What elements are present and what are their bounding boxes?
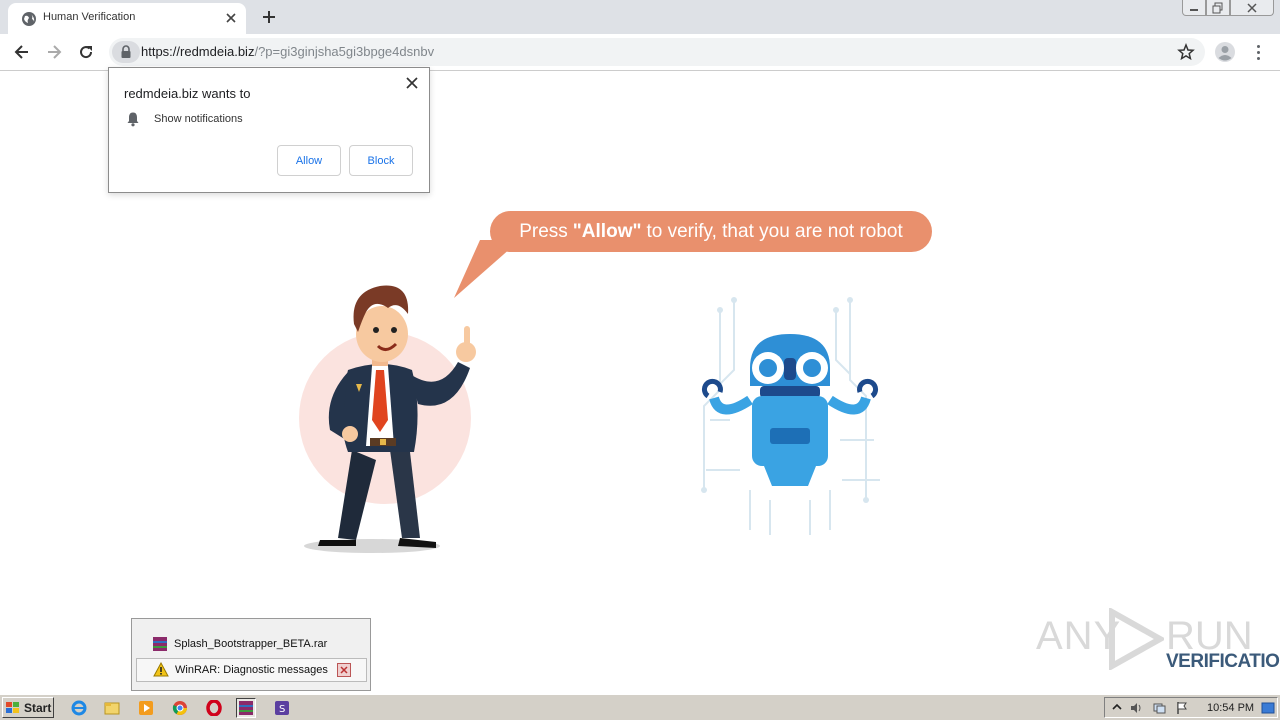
opera-icon (206, 700, 222, 716)
prompt-permission-text: Show notifications (154, 113, 243, 125)
taskbar-popup-label: WinRAR: Diagnostic messages (175, 664, 328, 676)
ie-button[interactable] (69, 698, 89, 718)
prompt-title: redmdeia.biz wants to (124, 86, 251, 101)
explorer-icon (104, 702, 120, 715)
prompt-close-icon[interactable] (405, 76, 419, 90)
bubble-text-post: to verify, that you are not robot (646, 220, 903, 242)
windows-logo-icon (6, 701, 19, 713)
play-logo-icon (1109, 608, 1164, 670)
back-button[interactable] (11, 41, 33, 63)
globe-icon (22, 12, 36, 26)
back-arrow-icon (14, 45, 28, 59)
bubble-text-bold: "Allow" (572, 220, 642, 242)
explorer-button[interactable] (102, 698, 122, 718)
menu-dot (1256, 44, 1260, 48)
opera-button[interactable] (204, 698, 224, 718)
tab-strip: Human Verification (0, 0, 1280, 34)
close-icon[interactable] (337, 663, 351, 677)
show-hidden-icons-icon[interactable] (1110, 701, 1124, 715)
clock[interactable]: 10:54 PM (1207, 702, 1254, 714)
media-player-button[interactable] (136, 698, 156, 718)
forward-button[interactable] (43, 41, 65, 63)
close-icon (1247, 2, 1257, 13)
menu-dot (1256, 50, 1260, 54)
taskbar-popup-label: Splash_Bootstrapper_BETA.rar (174, 638, 328, 650)
window-controls (1182, 0, 1274, 18)
new-tab-icon[interactable] (260, 8, 278, 26)
media-player-icon (139, 701, 153, 715)
windows-taskbar: Start S 10:54 PM (0, 694, 1280, 720)
allow-button[interactable]: Allow (277, 145, 341, 176)
app-icon: S (275, 701, 289, 715)
browser-toolbar: https://redmdeia.biz/?p=gi3ginjsha5gi3bp… (0, 34, 1280, 71)
address-bar[interactable]: https://redmdeia.biz/?p=gi3ginjsha5gi3bp… (109, 38, 1205, 66)
reload-icon (80, 46, 93, 59)
lock-icon (121, 45, 131, 58)
url-text: https://redmdeia.biz/?p=gi3ginjsha5gi3bp… (141, 44, 434, 59)
system-tray: 10:54 PM (1104, 697, 1278, 718)
winrar-icon (239, 701, 253, 715)
site-info-button[interactable] (112, 41, 140, 63)
anyrun-watermark: ANY RUN VERIFICATION (1036, 608, 1280, 678)
watermark-verification: VERIFICATION (1166, 651, 1280, 672)
volume-icon[interactable] (1129, 701, 1143, 715)
svg-text:S: S (279, 704, 285, 715)
minimize-icon (1190, 8, 1198, 11)
businessman-illustration (299, 285, 476, 553)
tab-human-verification[interactable]: Human Verification (8, 3, 246, 34)
app-button[interactable]: S (272, 698, 292, 718)
url-path: /?p=gi3ginjsha5gi3bpge4dsnbv (254, 44, 435, 59)
menu-dot (1256, 56, 1260, 60)
warning-icon (153, 662, 169, 677)
action-center-flag-icon[interactable] (1175, 701, 1189, 715)
speech-bubble: Press "Allow" to verify, that you are no… (490, 211, 932, 252)
start-button[interactable]: Start (2, 697, 54, 718)
minimize-button[interactable] (1182, 0, 1206, 16)
taskbar-popup-item[interactable]: WinRAR: Diagnostic messages (136, 658, 367, 682)
taskbar-popup-item[interactable]: Splash_Bootstrapper_BETA.rar (136, 632, 367, 656)
start-label: Start (24, 700, 52, 715)
show-desktop-icon[interactable] (1261, 701, 1275, 715)
bubble-text-pre: Press (519, 220, 568, 242)
restore-icon (1212, 2, 1223, 13)
url-host: https://redmdeia.biz (141, 44, 255, 59)
block-button[interactable]: Block (349, 145, 413, 176)
bell-icon (127, 112, 139, 127)
robot-illustration (701, 297, 880, 535)
taskbar-group-popup: Splash_Bootstrapper_BETA.rar WinRAR: Dia… (131, 618, 371, 691)
tab-close-icon[interactable] (224, 11, 238, 25)
reload-button[interactable] (75, 41, 97, 63)
notification-permission-prompt: redmdeia.biz wants to Show notifications… (108, 67, 430, 193)
chrome-icon (172, 701, 187, 715)
chrome-button[interactable] (170, 698, 190, 718)
restore-button[interactable] (1206, 0, 1230, 16)
close-window-button[interactable] (1230, 0, 1274, 16)
bookmark-star-icon[interactable] (1177, 43, 1195, 61)
network-icon[interactable] (1152, 701, 1166, 715)
winrar-icon (153, 637, 167, 651)
ie-icon (71, 700, 87, 716)
profile-avatar-icon[interactable] (1214, 41, 1236, 63)
browser-menu-button[interactable] (1250, 41, 1266, 63)
winrar-taskbar-button[interactable] (236, 698, 256, 718)
tab-title: Human Verification (43, 11, 136, 23)
forward-arrow-icon (48, 45, 62, 59)
